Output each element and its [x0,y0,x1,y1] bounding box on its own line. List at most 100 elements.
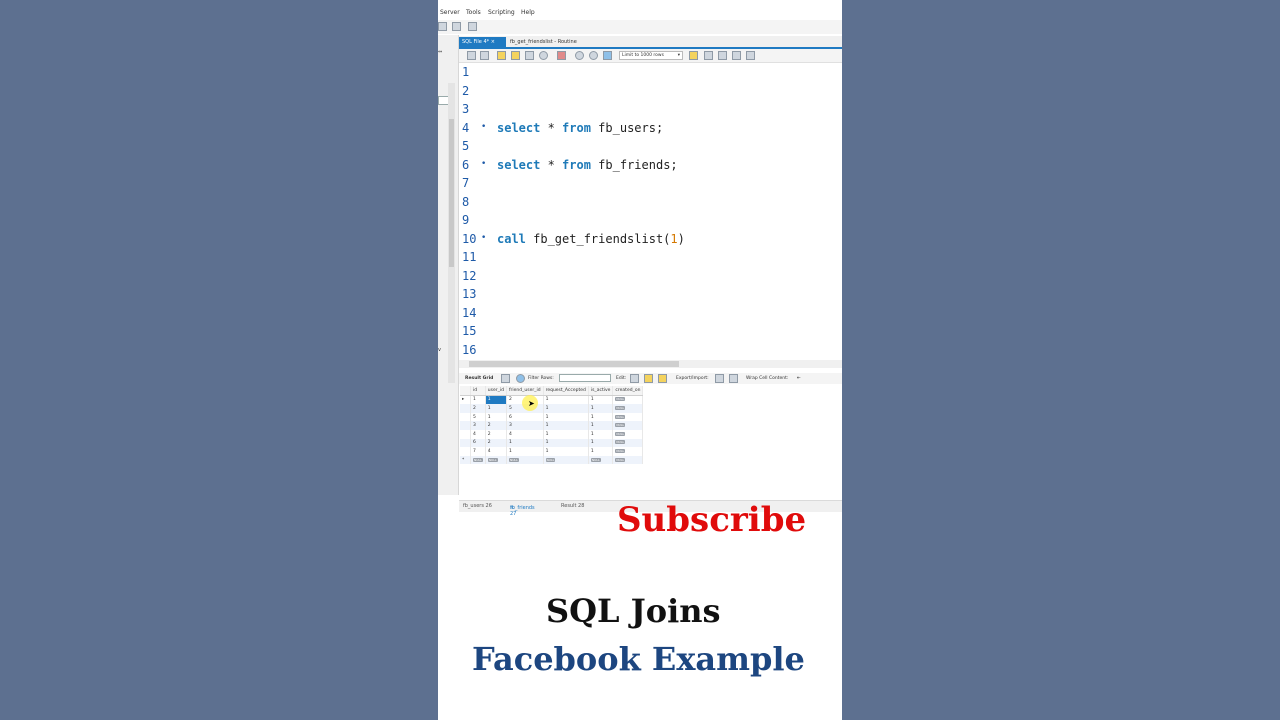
table-cell[interactable]: 2 [485,429,507,439]
row-marker[interactable] [460,421,471,430]
column-header[interactable]: user_id [485,386,507,396]
table-row[interactable]: 2 1 5 1 1 NULL [460,404,644,413]
stop-icon[interactable] [539,51,548,60]
find-replace-icon[interactable] [704,51,713,60]
reconnect-icon[interactable] [468,22,477,31]
import-icon[interactable] [729,374,738,383]
table-cell[interactable]: 6 [506,412,544,422]
table-row[interactable]: 3 2 3 1 1 NULL [460,421,644,430]
autocommit-icon[interactable] [603,51,612,60]
table-cell[interactable]: 1 [543,395,589,405]
table-cell[interactable]: 1 [485,404,507,413]
column-header[interactable]: friend_user_id [506,386,544,396]
table-cell[interactable]: NULL [588,455,614,465]
table-row[interactable]: ▸ 1 1 2 1 1 NULL [460,395,644,405]
table-row[interactable]: 5 1 6 1 1 NULL [460,412,644,422]
edit-row-icon[interactable] [630,374,639,383]
wrap-toggle-icon[interactable]: ⇤ [797,376,801,381]
explain-icon[interactable] [525,51,534,60]
table-cell[interactable]: 1 [543,412,589,422]
table-cell[interactable]: NULL [612,421,644,430]
toolbar-icon[interactable] [438,22,447,31]
table-cell[interactable]: 1 [588,412,614,422]
sidebar-scroll-thumb[interactable] [449,119,454,267]
table-cell[interactable]: 1 [543,429,589,439]
table-cell[interactable]: 1 [485,412,507,422]
table-cell[interactable]: 1 [506,447,544,456]
close-icon[interactable]: × [510,505,514,511]
table-cell[interactable]: NULL [612,412,644,422]
menu-scripting[interactable]: Scripting [488,9,515,16]
table-cell[interactable]: 1 [588,421,614,430]
table-cell[interactable]: NULL [612,429,644,439]
execute-icon[interactable] [497,51,506,60]
table-row[interactable]: 4 2 4 1 1 NULL [460,429,644,439]
table-cell[interactable]: 2 [485,438,507,448]
row-marker[interactable] [460,438,471,448]
code-line-6[interactable]: select * from fb_friends; [497,158,678,172]
table-cell[interactable]: 1 [543,421,589,430]
table-cell[interactable]: NULL [612,395,644,405]
save-icon[interactable] [480,51,489,60]
search-icon[interactable] [718,51,727,60]
table-cell[interactable]: 1 [588,404,614,413]
result-tab-fb-users[interactable]: fb_users 26 [463,503,492,509]
table-cell[interactable]: NULL [612,455,644,465]
table-cell[interactable]: 4 [506,429,544,439]
table-cell[interactable]: 7 [470,447,486,456]
table-cell[interactable]: 4 [470,429,486,439]
row-marker[interactable] [460,404,471,413]
editor-hscroll-thumb[interactable] [469,361,679,367]
row-marker[interactable] [460,447,471,456]
close-icon[interactable]: × [491,39,495,45]
table-cell[interactable]: 1 [588,438,614,448]
commit-icon[interactable] [575,51,584,60]
code-line-10[interactable]: call fb_get_friendslist(1) [497,232,685,246]
table-cell[interactable]: NULL [543,455,589,465]
table-cell[interactable]: NULL [470,455,486,465]
tab-fb-get-friendslist[interactable]: fb_get_friendslist - Routine [507,37,587,47]
export-icon[interactable] [715,374,724,383]
limit-rows-select[interactable]: Limit to 1000 rows ▾ [619,51,683,60]
table-cell[interactable]: 3 [470,421,486,430]
table-cell[interactable]: NULL [612,438,644,448]
table-cell[interactable]: 1 [543,438,589,448]
column-header[interactable]: is_active [588,386,614,396]
execute-current-icon[interactable] [511,51,520,60]
rollback-icon[interactable] [589,51,598,60]
add-row-icon[interactable] [644,374,653,383]
tab-sql-file-4[interactable]: SQL File 4* × [459,37,506,47]
table-cell[interactable]: 2 [485,421,507,430]
refresh-icon[interactable] [516,374,525,383]
table-row[interactable]: 7 4 1 1 1 NULL [460,447,644,456]
menu-tools[interactable]: Tools [466,9,481,16]
inspector-icon[interactable] [452,22,461,31]
invisible-chars-icon[interactable] [732,51,741,60]
toggle-error-icon[interactable] [557,51,566,60]
grid-icon[interactable] [501,374,510,383]
row-marker[interactable]: ▸ [460,395,471,405]
filter-rows-input[interactable] [559,374,611,382]
open-file-icon[interactable] [467,51,476,60]
table-cell[interactable]: 6 [470,438,486,448]
result-tab-result-28[interactable]: Result 28 [561,503,584,509]
column-header[interactable]: request_Accepted [543,386,589,396]
table-cell[interactable]: NULL [612,447,644,456]
table-cell[interactable]: 1 [543,404,589,413]
table-cell[interactable]: NULL [485,455,507,465]
menu-server[interactable]: Server [440,9,460,16]
column-header[interactable]: id [470,386,486,396]
table-cell[interactable]: 1 [588,395,614,405]
table-cell[interactable]: 2 [470,404,486,413]
delete-row-icon[interactable] [658,374,667,383]
table-cell[interactable]: NULL [612,404,644,413]
table-cell[interactable]: NULL [506,455,544,465]
code-line-4[interactable]: select * from fb_users; [497,121,663,135]
table-cell[interactable]: 1 [543,447,589,456]
editor-hscrollbar[interactable] [459,360,842,368]
column-header[interactable]: created_on [612,386,644,396]
wrap-lines-icon[interactable] [746,51,755,60]
row-marker[interactable]: * [460,455,471,465]
table-cell[interactable]: 1 [470,395,486,405]
table-cell[interactable]: 5 [470,412,486,422]
